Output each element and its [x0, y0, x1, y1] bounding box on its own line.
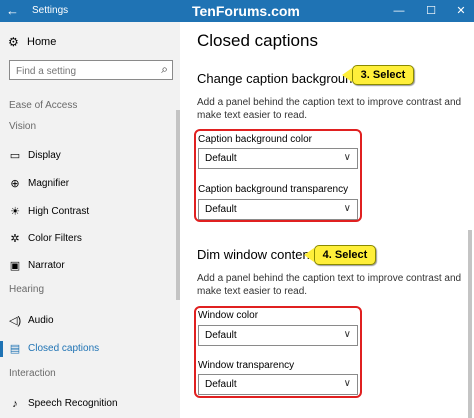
background-section-heading: Change caption background — [197, 71, 360, 86]
search-input[interactable] — [10, 62, 150, 81]
sidebar-item-audio[interactable]: ◁) Audio — [0, 310, 176, 332]
selection-indicator — [0, 341, 3, 357]
close-button[interactable]: ✕ — [446, 0, 474, 22]
sidebar-item-color-filters[interactable]: ✲ Color Filters — [0, 228, 176, 250]
sidebar-item-display[interactable]: ▭ Display — [0, 145, 176, 167]
section-hearing: Hearing — [9, 284, 45, 295]
sidebar-item-closed-captions[interactable]: ▤ Closed captions — [0, 338, 176, 360]
highlight-box-background — [194, 129, 362, 222]
sidebar-item-high-contrast[interactable]: ☀ High Contrast — [0, 201, 176, 223]
background-section-description: Add a panel behind the caption text to i… — [197, 97, 462, 121]
narrator-icon: ▣ — [9, 260, 21, 272]
back-arrow-icon[interactable]: ← — [6, 3, 19, 19]
section-vision: Vision — [9, 121, 37, 132]
dim-section-heading: Dim window content — [197, 247, 314, 262]
gear-icon: ⚙ — [8, 35, 19, 49]
watermark: TenForums.com — [192, 3, 300, 19]
home-label: Home — [27, 36, 57, 48]
high-contrast-icon: ☀ — [10, 206, 20, 218]
search-icon[interactable]: ⌕ — [161, 62, 168, 77]
callout-tail — [304, 248, 314, 262]
minimize-button[interactable]: — — [384, 0, 414, 22]
main-scrollbar[interactable] — [468, 230, 472, 418]
maximize-button[interactable]: ☐ — [416, 0, 446, 22]
audio-icon: ◁) — [9, 315, 22, 327]
callout-tail — [342, 68, 352, 82]
title-bar: ← Settings TenForums.com — ☐ ✕ — [0, 0, 474, 22]
closed-captions-icon: ▤ — [9, 343, 21, 355]
page-title: Closed captions — [197, 31, 318, 50]
callout-select-4: 4. Select — [314, 245, 376, 265]
search-box[interactable]: ⌕ — [9, 60, 173, 81]
section-ease-of-access: Ease of Access — [9, 100, 78, 111]
sidebar-item-speech-recognition[interactable]: ♪ Speech Recognition — [0, 393, 176, 415]
sidebar-item-magnifier[interactable]: ⊕ Magnifier — [0, 173, 176, 195]
sidebar: ⚙ Home ⌕ Ease of Access Vision ▭ Display… — [0, 22, 180, 418]
window-title: Settings — [32, 5, 69, 16]
highlight-box-dim — [194, 306, 362, 398]
color-filters-icon: ✲ — [10, 233, 20, 245]
dim-section-description: Add a panel behind the caption text to i… — [197, 273, 462, 297]
section-interaction: Interaction — [9, 368, 56, 379]
display-icon: ▭ — [9, 150, 21, 162]
callout-select-3: 3. Select — [352, 65, 414, 85]
sidebar-item-narrator[interactable]: ▣ Narrator — [0, 255, 176, 277]
speech-recognition-icon: ♪ — [12, 398, 18, 410]
magnifier-icon: ⊕ — [10, 178, 20, 190]
